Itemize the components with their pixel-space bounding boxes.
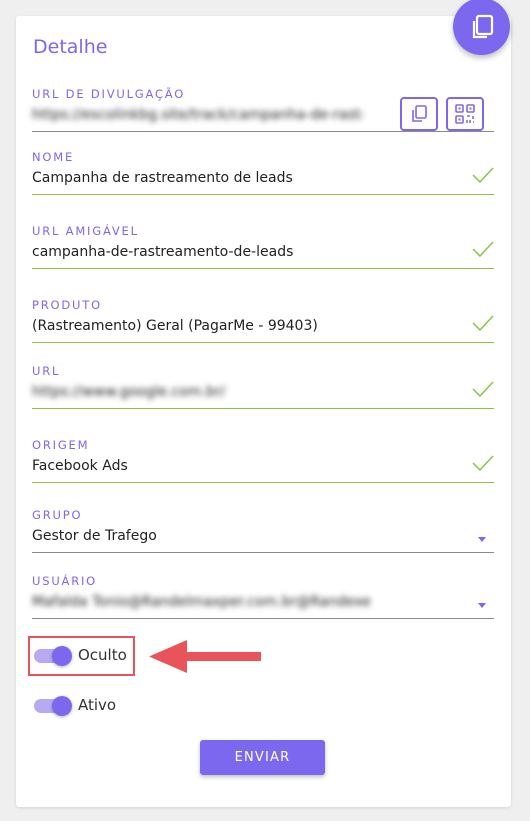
check-icon	[472, 381, 494, 397]
ativo-label: Ativo	[78, 696, 117, 714]
url-field[interactable]: URL https://www.google.com.br/	[32, 364, 494, 414]
check-icon	[472, 455, 494, 471]
url-label: URL	[32, 364, 61, 378]
copy-fab-button[interactable]	[453, 0, 510, 55]
copy-icon	[472, 14, 493, 38]
produto-label: PRODUTO	[32, 298, 102, 312]
origem-field[interactable]: ORIGEM Facebook Ads	[32, 438, 494, 488]
check-icon	[472, 241, 494, 257]
annotation-arrow-icon	[149, 640, 261, 673]
usuario-label: USUÁRIO	[32, 574, 98, 588]
dropdown-caret-icon[interactable]	[478, 603, 486, 608]
produto-value: (Rastreamento) Geral (PagarMe - 99403)	[32, 318, 318, 334]
ativo-toggle[interactable]	[34, 696, 72, 716]
produto-underline	[32, 342, 494, 343]
ativo-toggle-row[interactable]: Ativo	[34, 694, 134, 718]
grupo-underline	[32, 552, 494, 553]
url-amigavel-label: URL AMIGÁVEL	[32, 224, 139, 238]
url-amigavel-underline	[32, 268, 494, 269]
copy-link-button[interactable]	[400, 97, 438, 131]
grupo-label: GRUPO	[32, 508, 83, 522]
url-value: https://www.google.com.br/	[32, 384, 226, 400]
annotation-highlight-box	[28, 636, 135, 676]
usuario-select[interactable]: USUÁRIO Mafalda Tonio@Randelmaxper.com.b…	[32, 574, 494, 624]
ativo-toggle-knob	[52, 696, 72, 716]
nome-field[interactable]: NOME Campanha de rastreamento de leads	[32, 150, 494, 200]
copy-icon	[412, 105, 427, 122]
qr-code-icon	[455, 104, 475, 124]
url-underline	[32, 408, 494, 409]
url-divulgacao-label: URL DE DIVULGAÇÃO	[32, 87, 186, 101]
nome-underline	[32, 194, 494, 195]
url-amigavel-value: campanha-de-rastreamento-de-leads	[32, 244, 294, 260]
grupo-value: Gestor de Trafego	[32, 528, 157, 544]
produto-field[interactable]: PRODUTO (Rastreamento) Geral (PagarMe - …	[32, 298, 494, 348]
submit-button[interactable]: ENVIAR	[200, 740, 325, 775]
url-divulgacao-field[interactable]: URL DE DIVULGAÇÃO https://escolinkbg.sit…	[32, 87, 494, 137]
origem-value: Facebook Ads	[32, 458, 128, 474]
dropdown-caret-icon[interactable]	[478, 537, 486, 542]
check-icon	[472, 315, 494, 331]
url-divulgacao-value: https://escolinkbg.site/track/campanha-d…	[32, 107, 362, 123]
check-icon	[472, 167, 494, 183]
origem-underline	[32, 482, 494, 483]
qr-code-button[interactable]	[446, 97, 484, 131]
url-amigavel-field[interactable]: URL AMIGÁVEL campanha-de-rastreamento-de…	[32, 224, 494, 274]
detail-card: Detalhe URL DE DIVULGAÇÃO https://escoli…	[16, 0, 511, 807]
usuario-underline	[32, 618, 494, 619]
origem-label: ORIGEM	[32, 438, 90, 452]
card-title: Detalhe	[33, 36, 108, 58]
nome-value: Campanha de rastreamento de leads	[32, 170, 293, 186]
grupo-select[interactable]: GRUPO Gestor de Trafego	[32, 508, 494, 558]
nome-label: NOME	[32, 150, 75, 164]
url-divulgacao-underline	[32, 131, 494, 132]
usuario-value: Mafalda Tonio@Randelmaxper.com.br@Randex…	[32, 594, 371, 610]
